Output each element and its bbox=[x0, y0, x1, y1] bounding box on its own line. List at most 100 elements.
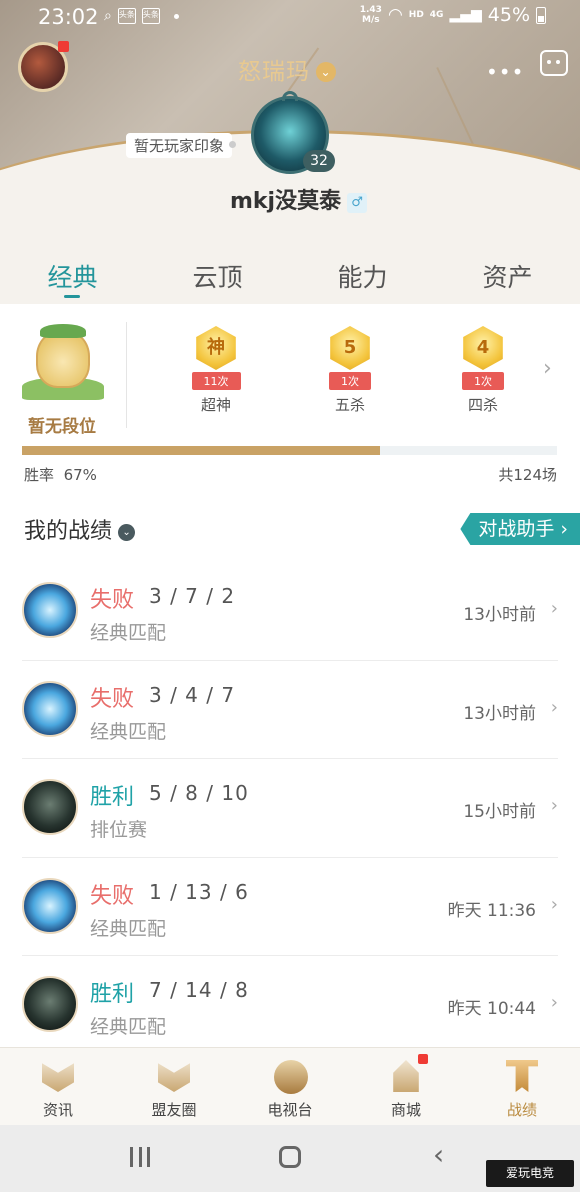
match-mode: 经典匹配 bbox=[90, 622, 167, 644]
chevron-right-icon: › bbox=[550, 992, 558, 1013]
nav-label: 盟友圈 bbox=[151, 1101, 197, 1119]
player-impression-tag[interactable]: 暂无玩家印象 bbox=[126, 133, 237, 158]
nav-label: 资讯 bbox=[42, 1101, 73, 1119]
match-list: 失败 3 / 7 / 2 经典匹配 13小时前 › 失败 3 / 4 / 7 经典匹配 13小时… bbox=[0, 562, 580, 1055]
record-icon bbox=[502, 1056, 542, 1096]
win-rate-bar bbox=[22, 446, 557, 455]
legendary-medal-icon: 神 bbox=[196, 326, 236, 370]
nav-item-friends[interactable]: 盟友圈 bbox=[116, 1048, 232, 1125]
match-result: 胜利 bbox=[90, 982, 135, 1007]
match-time: 13小时前 bbox=[463, 703, 536, 724]
user-avatar-button[interactable] bbox=[18, 41, 69, 92]
server-name[interactable]: 怒瑞玛 ⌄ bbox=[238, 52, 336, 86]
hero-avatar bbox=[22, 877, 78, 934]
match-kda: 5 / 8 / 10 bbox=[149, 781, 249, 805]
hero-avatar bbox=[22, 680, 78, 737]
nav-label: 战绩 bbox=[506, 1101, 537, 1119]
status-right: 1.43 M/s ◠ HD 4G ▂▄▆ 45% bbox=[360, 4, 546, 26]
notification-icons: ⌕ 头条 头条 bbox=[104, 8, 179, 24]
match-row[interactable]: 失败 3 / 4 / 7 经典匹配 13小时前 › bbox=[22, 661, 558, 759]
medal-name: 四杀 bbox=[467, 396, 498, 414]
wifi-icon: ◠ bbox=[387, 5, 403, 25]
match-row[interactable]: 失败 1 / 13 / 6 经典匹配 昨天 11:36 › bbox=[22, 858, 558, 956]
nav-item-news[interactable]: 资讯 bbox=[0, 1048, 116, 1125]
network-label: 4G bbox=[429, 10, 444, 20]
medal-count: 1次 bbox=[462, 372, 504, 390]
medal-count: 1次 bbox=[329, 372, 371, 390]
match-mode: 经典匹配 bbox=[90, 917, 167, 940]
medal-legendary[interactable]: 神 11次 超神 bbox=[181, 326, 251, 415]
win-rate: 胜率 67% bbox=[24, 466, 97, 484]
total-games: 共124场 bbox=[498, 466, 557, 484]
chevron-right-icon: › bbox=[550, 598, 558, 619]
match-result: 失败 bbox=[90, 686, 135, 712]
section-title[interactable]: 我的战绩 ⌄ bbox=[24, 513, 136, 545]
toutiao-icon: 头条 bbox=[117, 8, 136, 24]
medal-name: 超神 bbox=[200, 396, 231, 414]
match-row[interactable]: 胜利 5 / 8 / 10 排位赛 15小时前 › bbox=[22, 759, 558, 858]
home-icon[interactable] bbox=[279, 1146, 301, 1168]
match-result: 胜利 bbox=[90, 785, 135, 810]
match-kda: 3 / 7 / 2 bbox=[149, 584, 236, 608]
match-result: 失败 bbox=[90, 883, 135, 909]
match-time: 15小时前 bbox=[463, 802, 536, 822]
notification-badge bbox=[58, 41, 69, 52]
back-icon[interactable]: ‹ bbox=[433, 1138, 444, 1171]
shop-icon bbox=[386, 1054, 428, 1096]
match-kda: 3 / 4 / 7 bbox=[149, 682, 236, 707]
search-icon: ⌕ bbox=[104, 8, 112, 24]
divider bbox=[126, 322, 127, 428]
battery-icon bbox=[536, 6, 546, 24]
chevron-down-icon: ⌄ bbox=[316, 62, 336, 82]
player-name: mkj没莫泰 ♂ bbox=[230, 183, 368, 215]
match-time: 13小时前 bbox=[463, 605, 536, 625]
match-mode: 排位赛 bbox=[90, 819, 148, 841]
tab-bar: 经典 云顶 能力 资产 bbox=[0, 250, 580, 304]
tv-icon bbox=[270, 1056, 310, 1096]
match-mode: 经典匹配 bbox=[90, 720, 167, 743]
friends-icon bbox=[154, 1056, 194, 1096]
hd-label: HD bbox=[408, 10, 424, 20]
medal-pentakill[interactable]: 5 1次 五杀 bbox=[315, 326, 385, 415]
rank-label: 暂无段位 bbox=[28, 417, 96, 437]
match-result: 失败 bbox=[90, 588, 135, 613]
match-time: 昨天 10:44 bbox=[447, 999, 536, 1019]
status-time: 23:02 bbox=[38, 5, 99, 29]
tab-assets[interactable]: 资产 bbox=[435, 250, 580, 304]
watermark-logo: 爱玩电竞 bbox=[486, 1160, 574, 1187]
tab-ability[interactable]: 能力 bbox=[290, 250, 435, 304]
hero-avatar bbox=[22, 582, 78, 638]
match-row[interactable]: 胜利 7 / 14 / 8 经典匹配 昨天 10:44 › bbox=[22, 956, 558, 1055]
hero-avatar bbox=[22, 976, 78, 1032]
recent-apps-icon[interactable] bbox=[130, 1147, 150, 1167]
rank-emblem-icon[interactable] bbox=[22, 322, 104, 400]
nav-item-shop[interactable]: 商城 bbox=[348, 1048, 464, 1125]
chat-icon[interactable] bbox=[540, 50, 568, 76]
male-gender-icon: ♂ bbox=[347, 193, 368, 213]
more-notifications-dot bbox=[173, 13, 179, 19]
medal-quadrakill[interactable]: 4 1次 四杀 bbox=[448, 326, 518, 415]
battle-assistant-button[interactable]: 对战助手 › bbox=[460, 513, 580, 545]
nav-item-tv[interactable]: 电视台 bbox=[232, 1048, 348, 1125]
match-row[interactable]: 失败 3 / 7 / 2 经典匹配 13小时前 › bbox=[22, 562, 558, 661]
net-speed: 1.43 M/s bbox=[359, 5, 382, 25]
chevron-right-icon: › bbox=[550, 893, 558, 915]
nav-item-record[interactable]: 战绩 bbox=[464, 1048, 580, 1125]
news-icon bbox=[38, 1056, 78, 1096]
signal-icon: ▂▄▆ bbox=[449, 7, 482, 23]
chevron-right-icon: › bbox=[550, 795, 558, 816]
chevron-right-icon[interactable]: › bbox=[543, 356, 552, 381]
nav-label: 商城 bbox=[390, 1101, 421, 1119]
win-rate-fill bbox=[22, 446, 381, 455]
hero-avatar bbox=[22, 779, 78, 835]
battery-percent: 45% bbox=[487, 4, 530, 26]
tab-tft[interactable]: 云顶 bbox=[145, 250, 290, 304]
nav-label: 电视台 bbox=[267, 1101, 313, 1119]
tab-classic[interactable]: 经典 bbox=[0, 250, 145, 304]
chevron-down-icon: ⌄ bbox=[118, 524, 136, 541]
chevron-right-icon: › bbox=[550, 696, 558, 718]
match-history-header: 我的战绩 ⌄ 对战助手 › bbox=[0, 500, 580, 558]
match-kda: 1 / 13 / 6 bbox=[149, 879, 249, 904]
bottom-navigation: 资讯 盟友圈 电视台 商城 战绩 bbox=[0, 1047, 580, 1125]
more-options-icon[interactable]: ••• bbox=[486, 60, 524, 84]
